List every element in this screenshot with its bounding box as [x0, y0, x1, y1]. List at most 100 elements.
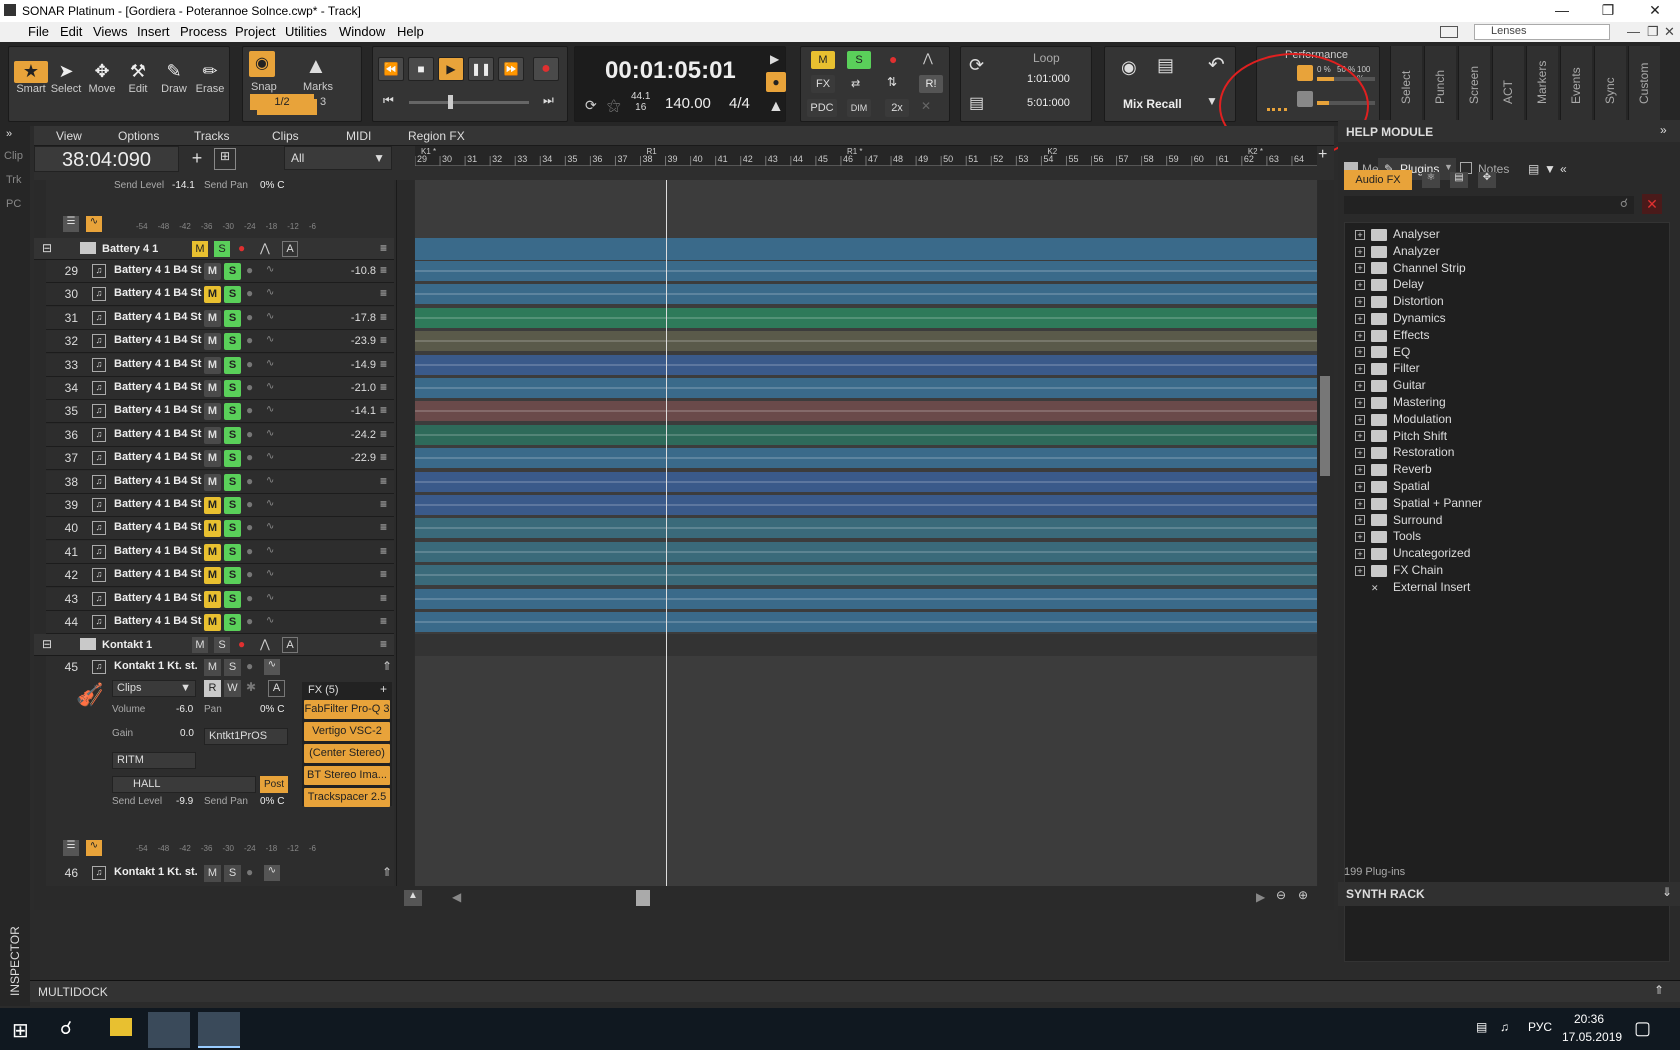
- scroll-up-icon[interactable]: ▲: [404, 890, 422, 906]
- track-name[interactable]: Battery 4 1 B4 St: [114, 592, 201, 604]
- record-button[interactable]: ●: [533, 57, 559, 81]
- track-filter-dropdown[interactable]: All ▼: [284, 146, 392, 170]
- track-solo-button[interactable]: S: [224, 333, 241, 351]
- track-arm-icon[interactable]: ●: [246, 567, 253, 581]
- clip-lane[interactable]: [415, 612, 1317, 632]
- track-volume[interactable]: -24.2: [346, 429, 376, 441]
- clip-lane[interactable]: [415, 354, 1317, 375]
- instrument-icon[interactable]: ♫: [92, 568, 106, 583]
- write-automation-button[interactable]: W: [224, 680, 241, 697]
- track-waveform-icon[interactable]: ∿: [266, 381, 274, 392]
- ruler-marker[interactable]: K2: [1047, 147, 1057, 156]
- menu-views[interactable]: Views: [93, 24, 127, 39]
- track-name[interactable]: Battery 4 1 B4 St: [114, 568, 201, 580]
- track-mute-button[interactable]: M: [204, 543, 221, 561]
- track-46-solo[interactable]: S: [224, 865, 241, 882]
- plugin-category[interactable]: + Distortion: [1355, 294, 1444, 311]
- track-waveform-icon[interactable]: ∿: [266, 428, 274, 439]
- track-waveform-icon[interactable]: ∿: [266, 334, 274, 345]
- punch-module-tab[interactable]: Punch: [1424, 46, 1456, 122]
- track-mute-button[interactable]: M: [204, 590, 221, 608]
- meter-display[interactable]: 4/4: [729, 95, 750, 112]
- now-time-cursor[interactable]: [666, 180, 667, 886]
- folder2-mute-button[interactable]: M: [192, 637, 208, 653]
- metronome-icon[interactable]: ▲: [768, 98, 784, 116]
- rewind-button[interactable]: ⏪: [378, 57, 404, 81]
- expand-plus-icon[interactable]: +: [1355, 347, 1365, 358]
- instrument-icon[interactable]: ♫: [92, 357, 106, 372]
- play-button[interactable]: ▶: [438, 57, 464, 81]
- plugin-category[interactable]: ✕ External Insert: [1355, 580, 1470, 597]
- position-slider[interactable]: [409, 101, 529, 104]
- expand-plus-icon[interactable]: +: [1355, 364, 1365, 375]
- track-waveform-icon[interactable]: ∿: [266, 287, 274, 298]
- track-45-send-level[interactable]: -9.9: [176, 796, 193, 807]
- asterisk-icon[interactable]: ✱: [246, 680, 256, 694]
- instrument-icon[interactable]: ♫: [92, 544, 106, 559]
- folder-arm-icon[interactable]: ●: [238, 241, 245, 255]
- zoom-in-icon[interactable]: ⊕: [1298, 888, 1308, 902]
- draw-tool[interactable]: ✎ Draw: [157, 61, 191, 101]
- midi-menu[interactable]: MIDI: [346, 129, 371, 143]
- multidock-bar[interactable]: MULTIDOCK ⇑: [30, 980, 1680, 1002]
- track-name[interactable]: Battery 4 1 B4 St: [114, 475, 201, 487]
- pause-button[interactable]: ❚❚: [468, 57, 494, 81]
- track-menu-icon[interactable]: ≡: [380, 286, 387, 300]
- file-explorer-icon[interactable]: [110, 1018, 132, 1036]
- track-46[interactable]: 46 ♫ Kontakt 1 Kt. st. M S ● ∿ ⇑: [46, 862, 394, 886]
- expand-plus-icon[interactable]: +: [1355, 280, 1365, 291]
- instrument-icon[interactable]: ♫: [92, 427, 106, 442]
- expand-plus-icon[interactable]: +: [1355, 246, 1365, 257]
- track-45-volume[interactable]: -6.0: [176, 704, 193, 715]
- maximize-icon[interactable]: ❐: [1593, 2, 1623, 19]
- ruler-marker[interactable]: R1: [647, 147, 658, 156]
- instrument-icon[interactable]: ♫: [92, 591, 106, 606]
- loop-end[interactable]: 5:01:000: [1027, 97, 1070, 109]
- track-waveform-icon[interactable]: ∿: [266, 451, 274, 462]
- clear-search-icon[interactable]: ✕: [1642, 194, 1662, 214]
- track-row[interactable]: 35 ♫ Battery 4 1 B4 St M S ● ∿ -14.1 ≡: [46, 400, 394, 424]
- track-menu-icon[interactable]: ≡: [380, 357, 387, 371]
- expand-plus-icon[interactable]: +: [1355, 498, 1365, 509]
- track-menu-icon[interactable]: ≡: [380, 567, 387, 581]
- tempo-display[interactable]: 140.00: [665, 95, 711, 112]
- doc-close-icon[interactable]: ✕: [1664, 24, 1675, 40]
- expand-plus-icon[interactable]: +: [1355, 330, 1365, 341]
- track-menu-icon[interactable]: ≡: [380, 427, 387, 441]
- instrument-icon[interactable]: ♫: [92, 334, 106, 349]
- plugin-category[interactable]: + Mastering: [1355, 395, 1446, 412]
- track-arm-icon[interactable]: ●: [246, 380, 253, 394]
- track-solo-button[interactable]: S: [224, 543, 241, 561]
- track-45-view-dropdown[interactable]: Clips ▼: [112, 680, 196, 697]
- clip-lane[interactable]: [415, 307, 1317, 328]
- camera-icon[interactable]: ◉: [1121, 57, 1137, 78]
- input-echo-icon[interactable]: ⋀: [923, 51, 933, 65]
- fx-slot-5[interactable]: Trackspacer 2.5: [304, 788, 390, 807]
- vertical-scrollbar[interactable]: [1318, 180, 1334, 886]
- menu-edit[interactable]: Edit: [60, 24, 82, 39]
- clip-lane[interactable]: [415, 261, 1317, 281]
- clock-date[interactable]: 17.05.2019: [1562, 1030, 1622, 1044]
- track-row[interactable]: 42 ♫ Battery 4 1 B4 St M S ● ∿ ≡: [46, 564, 394, 588]
- track-mute-button[interactable]: M: [204, 520, 221, 538]
- windows-start-icon[interactable]: ⊞: [12, 1018, 29, 1043]
- insert-icon[interactable]: ⊞: [214, 148, 236, 170]
- clip-lane[interactable]: [415, 588, 1317, 609]
- inspector-label[interactable]: INSPECTOR: [8, 926, 22, 996]
- track-waveform-icon[interactable]: ∿: [266, 475, 274, 486]
- track-waveform-icon[interactable]: ∿: [266, 521, 274, 532]
- instrument-icon[interactable]: ♫: [92, 474, 106, 489]
- expand-plus-icon[interactable]: +: [1355, 481, 1365, 492]
- fx-slot-1[interactable]: FabFilter Pro-Q 3: [304, 700, 390, 719]
- screenset-icon[interactable]: [1440, 26, 1458, 38]
- track-row[interactable]: 31 ♫ Battery 4 1 B4 St M S ● ∿ -17.8 ≡: [46, 306, 394, 330]
- select-module-tab[interactable]: Select: [1390, 46, 1422, 122]
- instrument-icon[interactable]: ♫: [92, 451, 106, 466]
- clip-lane[interactable]: [415, 471, 1317, 492]
- folder-name[interactable]: Battery 4 1: [102, 243, 158, 255]
- track-arm-icon[interactable]: ●: [246, 591, 253, 605]
- marks-icon[interactable]: ▲: [305, 53, 327, 79]
- expand-plus-icon[interactable]: +: [1355, 431, 1365, 442]
- layers-icon[interactable]: ☰: [63, 216, 79, 232]
- track-row[interactable]: 33 ♫ Battery 4 1 B4 St M S ● ∿ -14.9 ≡: [46, 353, 394, 377]
